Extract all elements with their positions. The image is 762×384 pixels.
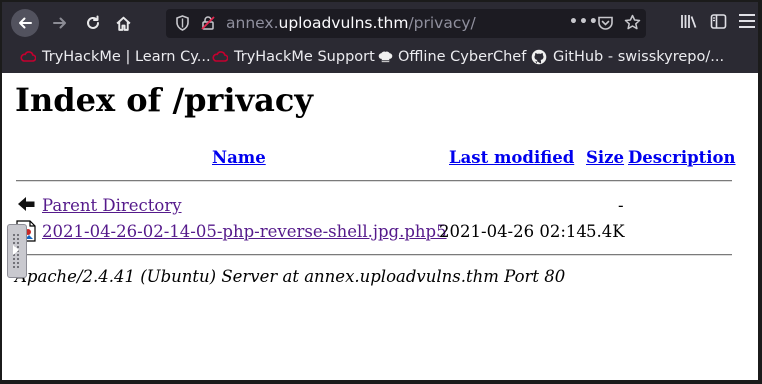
forward-button[interactable]	[46, 9, 74, 37]
tracking-shield-icon[interactable]	[175, 15, 190, 35]
file-size: 5.4K	[586, 222, 625, 241]
navigation-toolbar: annex.uploadvulns.thm/privacy/ •••	[2, 2, 758, 44]
reload-icon	[87, 15, 99, 29]
bookmark-star-icon[interactable]	[624, 14, 641, 35]
bookmark-label: TryHackMe Support	[234, 49, 375, 65]
column-header-last-modified[interactable]: Last modified	[449, 148, 574, 167]
chef-hat-icon	[378, 51, 393, 63]
browser-chrome: annex.uploadvulns.thm/privacy/ ••• TryHa…	[2, 2, 758, 73]
expand-arrow-icon	[13, 245, 19, 255]
bookmark-tryhackme-support[interactable]: TryHackMe Support	[212, 49, 375, 65]
parent-directory-link[interactable]: Parent Directory	[42, 196, 182, 215]
column-header-size[interactable]: Size	[586, 148, 624, 167]
pocket-icon[interactable]	[597, 15, 614, 35]
page-title: Index of /privacy	[15, 81, 313, 119]
ellipsis-icon[interactable]: •••	[569, 14, 599, 30]
last-modified: 2021-04-26 02:14	[439, 222, 587, 241]
url-path: /privacy/	[408, 14, 476, 32]
bookmark-label: Offline CyberChef	[398, 49, 527, 65]
bookmark-offline-cyberchef[interactable]: Offline CyberChef	[378, 49, 526, 65]
column-header-name[interactable]: Name	[212, 148, 266, 167]
page-content: Index of /privacy Name Last modified Siz…	[2, 73, 758, 380]
sidebar-drag-handle[interactable]	[7, 224, 27, 278]
sidebar-icon[interactable]	[710, 13, 727, 34]
home-button[interactable]	[109, 9, 137, 37]
divider	[16, 180, 732, 182]
address-bar[interactable]: annex.uploadvulns.thm/privacy/ •••	[166, 9, 646, 38]
url-text[interactable]: annex.uploadvulns.thm/privacy/	[226, 14, 476, 32]
forward-arrow-icon	[53, 17, 66, 29]
tryhackme-icon	[20, 51, 36, 62]
bookmark-github-swisskyrepo[interactable]: GitHub - swisskyrepo/...	[531, 49, 724, 65]
back-arrow-icon	[19, 17, 32, 29]
file-size: -	[618, 196, 624, 215]
home-icon	[115, 16, 131, 31]
column-header-description[interactable]: Description	[628, 148, 736, 167]
bookmark-label: GitHub - swisskyrepo/...	[553, 49, 725, 65]
insecure-lock-icon[interactable]	[200, 15, 216, 35]
bookmarks-toolbar: TryHackMe | Learn Cy... TryHackMe Suppor…	[2, 44, 758, 73]
github-icon	[531, 49, 547, 65]
file-link[interactable]: 2021-04-26-02-14-05-php-reverse-shell.jp…	[42, 222, 447, 241]
divider	[16, 254, 732, 256]
browser-window: annex.uploadvulns.thm/privacy/ ••• TryHa…	[2, 2, 758, 380]
back-arrow-icon	[16, 194, 36, 216]
reload-button[interactable]	[79, 9, 107, 37]
bookmark-tryhackme-learn[interactable]: TryHackMe | Learn Cy...	[20, 49, 211, 65]
library-icon[interactable]	[680, 13, 698, 34]
back-button[interactable]	[11, 9, 39, 37]
server-signature: Apache/2.4.41 (Ubuntu) Server at annex.u…	[15, 267, 566, 286]
bookmark-label: TryHackMe | Learn Cy...	[42, 49, 211, 65]
url-domain: uploadvulns.thm	[278, 14, 409, 32]
tryhackme-icon	[212, 51, 228, 62]
url-subdomain: annex.	[226, 14, 279, 32]
menu-icon[interactable]	[738, 10, 756, 36]
